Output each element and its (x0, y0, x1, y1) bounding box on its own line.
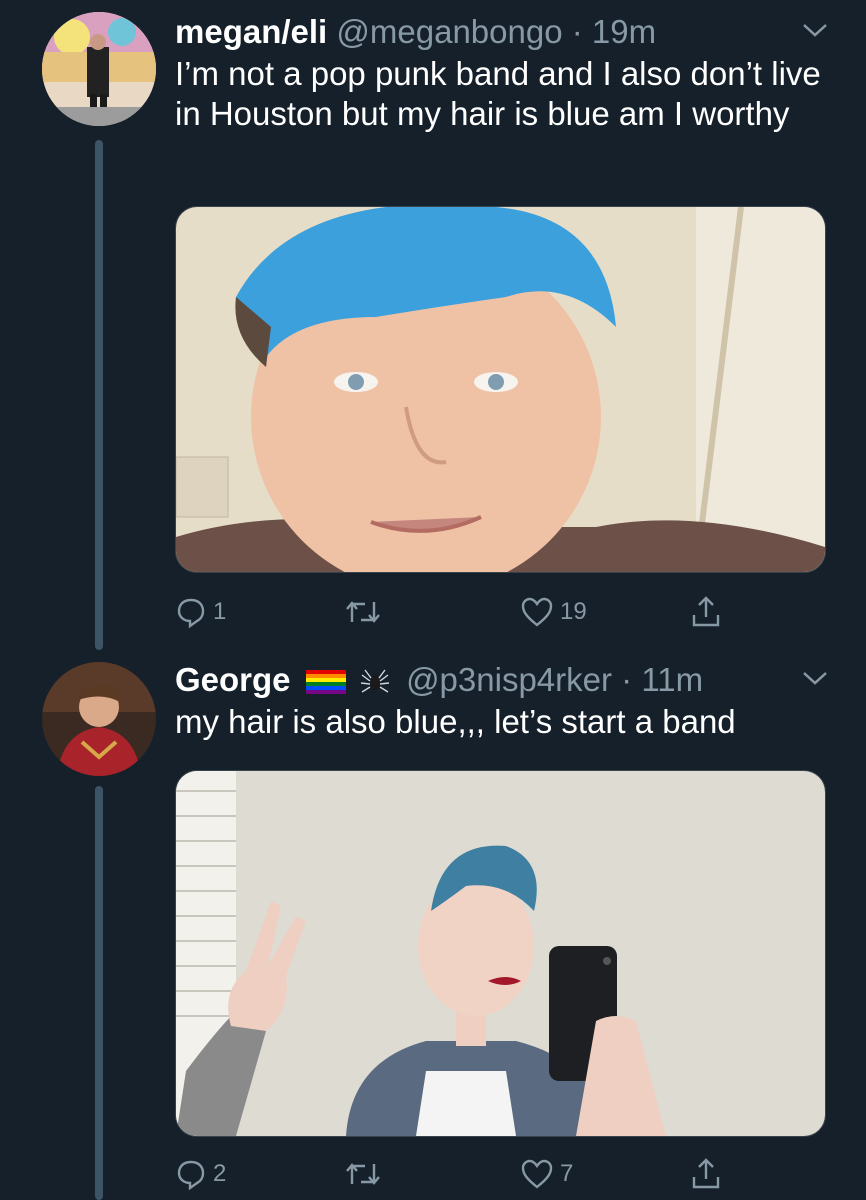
reply-button[interactable]: 2 (175, 1154, 226, 1194)
avatar[interactable] (42, 662, 156, 776)
reply-button[interactable]: 1 (175, 592, 226, 632)
tweet-2[interactable]: George @p3nisp4rker · 11m my hair is als… (0, 648, 866, 1200)
thread-line (95, 786, 103, 1200)
tweet-image[interactable] (175, 206, 826, 573)
tweet-header: George @p3nisp4rker · 11m (175, 660, 703, 700)
separator: · (562, 13, 592, 50)
share-icon (692, 596, 720, 627)
chevron-down-icon[interactable] (802, 670, 828, 686)
heart-icon (521, 597, 553, 627)
rainbow-flag-icon (305, 670, 346, 695)
like-count: 7 (560, 1160, 574, 1187)
reply-count: 2 (213, 1160, 227, 1187)
handle[interactable]: @p3nisp4rker (406, 661, 612, 698)
avatar[interactable] (42, 12, 156, 126)
thread-line (95, 140, 103, 650)
display-name[interactable]: megan/eli (175, 13, 327, 50)
tweet-text: I’m not a pop punk band and I also don’t… (175, 55, 821, 132)
retweet-icon (346, 601, 380, 623)
reply-count: 1 (213, 598, 227, 625)
spider-icon (360, 669, 389, 693)
timestamp[interactable]: 19m (592, 13, 656, 50)
tweet-1[interactable]: megan/eli @meganbongo · 19m I’m not a po… (0, 0, 866, 650)
reply-icon (177, 598, 205, 628)
heart-icon (521, 1159, 553, 1189)
tweet-actions: 1 19 (175, 592, 735, 632)
like-button[interactable]: 19 (520, 592, 587, 632)
separator: · (612, 661, 642, 698)
share-button[interactable] (690, 1154, 722, 1194)
chevron-down-icon[interactable] (802, 22, 828, 38)
like-button[interactable]: 7 (520, 1154, 573, 1194)
tweet-image[interactable] (175, 770, 826, 1137)
tweet-actions: 2 7 (175, 1154, 735, 1194)
share-icon (692, 1158, 720, 1189)
share-button[interactable] (690, 592, 722, 632)
display-name[interactable]: George (175, 661, 291, 698)
retweet-button[interactable] (345, 1154, 387, 1194)
retweet-icon (346, 1163, 380, 1185)
timestamp[interactable]: 11m (641, 661, 703, 698)
like-count: 19 (560, 598, 587, 625)
retweet-button[interactable] (345, 592, 387, 632)
reply-icon (177, 1160, 205, 1190)
tweet-text: my hair is also blue,,, let’s start a ba… (175, 703, 736, 740)
handle[interactable]: @meganbongo (336, 13, 562, 50)
tweet-header: megan/eli @meganbongo · 19m (175, 12, 656, 52)
